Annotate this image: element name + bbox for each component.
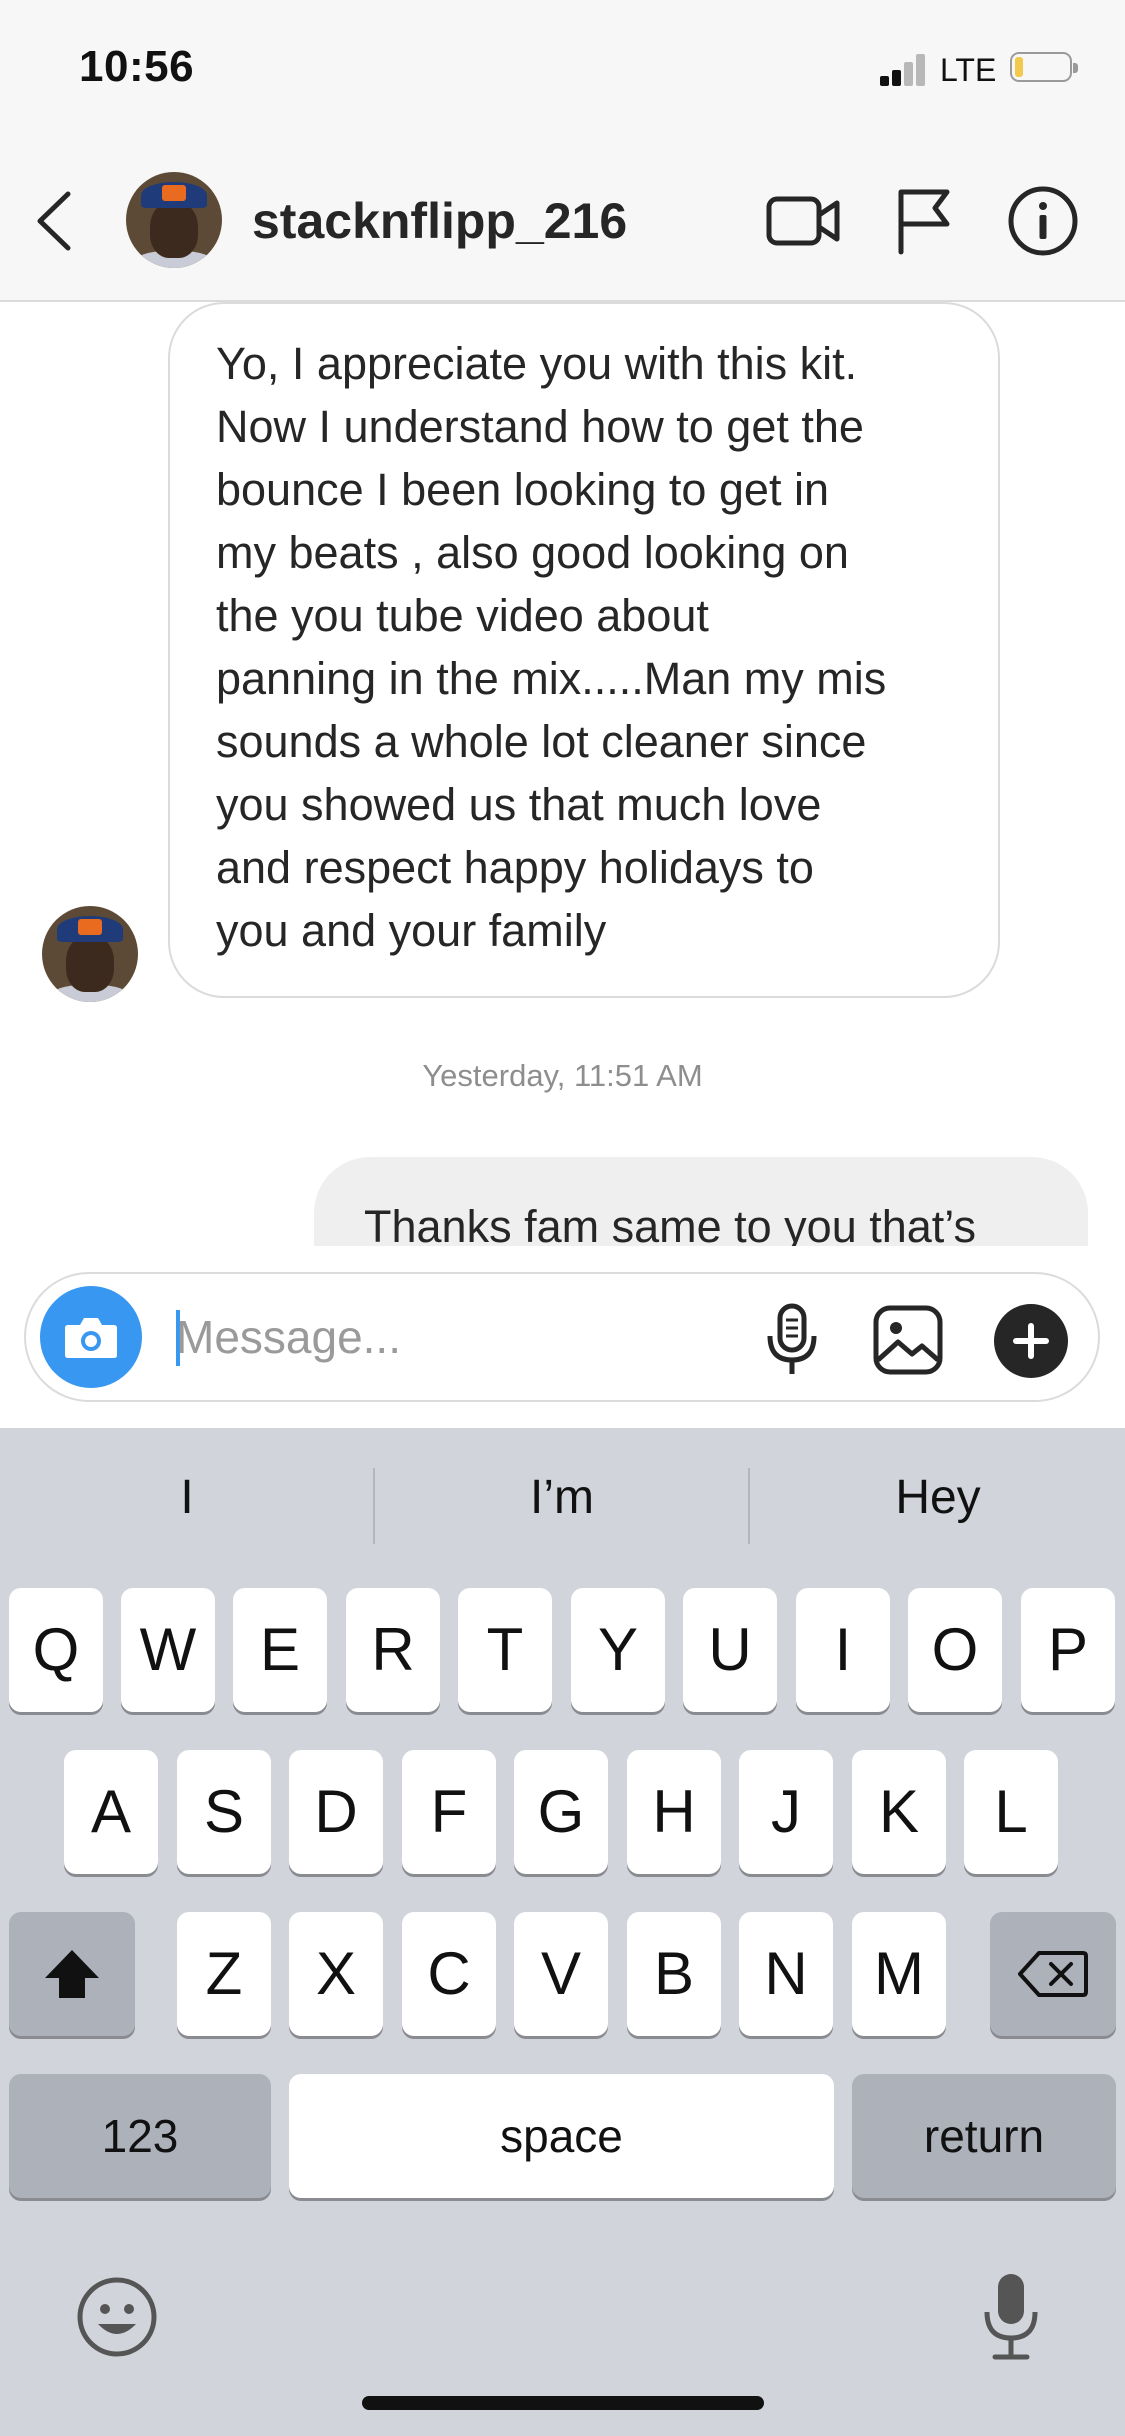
microphone-icon (767, 1303, 817, 1374)
numbers-key[interactable]: 123 (9, 2074, 271, 2198)
predictive-bar: I I’m Hey (0, 1428, 1125, 1564)
key-c[interactable]: C (402, 1912, 496, 2036)
key-j[interactable]: J (739, 1750, 833, 1874)
message-composer[interactable]: Message... (24, 1272, 1100, 1402)
video-call-button[interactable] (760, 178, 846, 264)
gallery-button[interactable] (870, 1302, 946, 1378)
key-a[interactable]: A (64, 1750, 158, 1874)
key-u[interactable]: U (683, 1588, 777, 1712)
camera-icon (65, 1318, 117, 1358)
key-w[interactable]: W (121, 1588, 215, 1712)
key-i[interactable]: I (796, 1588, 890, 1712)
incoming-message-bubble[interactable]: Yo, I appreciate you with this kit. Now … (168, 302, 1000, 998)
keyboard: I I’m Hey Q W E R T Y U I O P A S D F G … (0, 1428, 1125, 2436)
message-line: Yo, I appreciate you with this kit. (216, 338, 858, 389)
dictation-mic-icon (984, 2274, 1038, 2360)
outgoing-message-bubble[interactable]: Thanks fam same to you that’s (314, 1157, 1088, 1246)
key-d[interactable]: D (289, 1750, 383, 1874)
key-z[interactable]: Z (177, 1912, 271, 2036)
space-key[interactable]: space (289, 2074, 834, 2198)
suggestion-1[interactable]: I (0, 1470, 374, 1525)
more-options-button[interactable] (994, 1304, 1068, 1378)
network-type: LTE (940, 52, 997, 88)
message-timestamp: Yesterday, 11:51 AM (422, 1058, 703, 1093)
key-f[interactable]: F (402, 1750, 496, 1874)
conversation-header: stacknflipp_216 (0, 140, 1125, 302)
key-s[interactable]: S (177, 1750, 271, 1874)
key-h[interactable]: H (627, 1750, 721, 1874)
profile-avatar[interactable] (126, 172, 222, 268)
emoji-icon (77, 2277, 157, 2357)
key-q[interactable]: Q (9, 1588, 103, 1712)
key-n[interactable]: N (739, 1912, 833, 2036)
key-l[interactable]: L (964, 1750, 1058, 1874)
key-g[interactable]: G (514, 1750, 608, 1874)
dictation-button[interactable] (964, 2264, 1058, 2368)
plus-icon (1013, 1323, 1049, 1359)
backspace-key[interactable] (990, 1912, 1116, 2036)
emoji-button[interactable] (70, 2270, 164, 2364)
battery-icon (1010, 52, 1078, 82)
voice-message-button[interactable] (754, 1302, 830, 1378)
backspace-icon (1018, 1951, 1088, 1997)
key-m[interactable]: M (852, 1912, 946, 2036)
flag-icon (898, 189, 950, 255)
video-call-icon (766, 196, 840, 246)
info-button[interactable] (1000, 178, 1086, 264)
key-o[interactable]: O (908, 1588, 1002, 1712)
message-line: Thanks fam same to you that’s (364, 1201, 976, 1246)
key-y[interactable]: Y (571, 1588, 665, 1712)
key-x[interactable]: X (289, 1912, 383, 2036)
message-thread[interactable]: Yo, I appreciate you with this kit. Now … (0, 302, 1125, 1246)
cellular-signal-icon (880, 52, 928, 86)
gallery-icon (873, 1305, 943, 1375)
report-flag-button[interactable] (880, 178, 966, 264)
status-time: 10:56 (79, 42, 195, 91)
home-indicator[interactable] (362, 2396, 764, 2410)
return-key[interactable]: return (852, 2074, 1116, 2198)
key-k[interactable]: K (852, 1750, 946, 1874)
message-line: my beats , also good looking on (216, 527, 849, 578)
suggestion-divider (748, 1468, 750, 1544)
message-input[interactable]: Message... (176, 1298, 756, 1376)
message-line: sounds a whole lot cleaner since (216, 716, 867, 767)
key-p[interactable]: P (1021, 1588, 1115, 1712)
message-line: you and your family (216, 905, 607, 956)
message-line: bounce I been looking to get in (216, 464, 829, 515)
key-t[interactable]: T (458, 1588, 552, 1712)
shift-key[interactable] (9, 1912, 135, 2036)
shift-icon (45, 1950, 99, 1998)
back-button[interactable] (28, 186, 84, 256)
key-e[interactable]: E (233, 1588, 327, 1712)
info-icon (1008, 186, 1078, 256)
message-line: you showed us that much love (216, 779, 822, 830)
message-line: panning in the mix.....Man my mis (216, 653, 887, 704)
key-b[interactable]: B (627, 1912, 721, 2036)
key-r[interactable]: R (346, 1588, 440, 1712)
message-line: and respect happy holidays to (216, 842, 814, 893)
sender-avatar[interactable] (42, 906, 138, 1002)
message-line: Now I understand how to get the (216, 401, 864, 452)
back-chevron-icon (37, 191, 71, 251)
suggestion-3[interactable]: Hey (751, 1470, 1125, 1525)
chat-username[interactable]: stacknflipp_216 (252, 192, 627, 250)
key-v[interactable]: V (514, 1912, 608, 2036)
message-line: the you tube video about (216, 590, 709, 641)
status-bar: 10:56 LTE (0, 0, 1125, 140)
suggestion-2[interactable]: I’m (375, 1470, 749, 1525)
camera-button[interactable] (40, 1286, 142, 1388)
